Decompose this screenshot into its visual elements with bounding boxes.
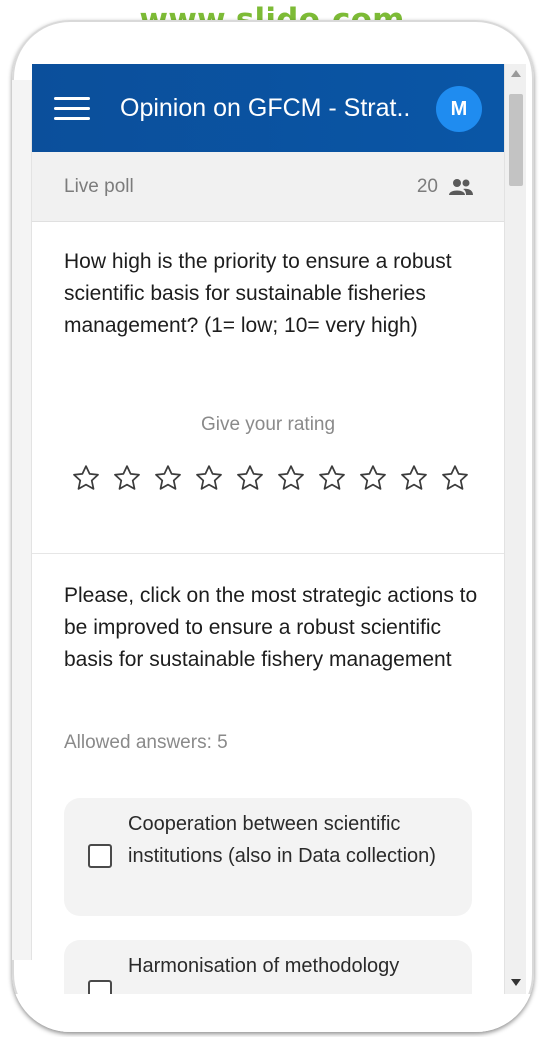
poll-header: Live poll 20 [32, 152, 504, 222]
app-bar: Opinion on GFCM - Strat... M [32, 64, 504, 152]
event-title: Opinion on GFCM - Strat... [120, 93, 410, 122]
participant-count: 20 [416, 175, 438, 197]
multiple-choice-question-text: Please, click on the most strategic acti… [64, 584, 478, 671]
star-icon[interactable] [355, 460, 390, 495]
answer-option-label: Harmonisation of methodology [128, 955, 400, 977]
star-icon[interactable] [68, 460, 103, 495]
checkbox[interactable] [88, 980, 112, 994]
star-rating [68, 460, 472, 495]
scroll-thumb[interactable] [509, 94, 523, 186]
user-avatar[interactable]: M [436, 86, 482, 132]
star-icon[interactable] [109, 460, 144, 495]
star-icon[interactable] [273, 460, 308, 495]
rating-question-card: How high is the priority to ensure a rob… [32, 222, 504, 554]
star-icon[interactable] [232, 460, 267, 495]
hamburger-menu-icon[interactable] [52, 88, 92, 128]
people-icon [449, 178, 473, 195]
participant-counter: 20 [417, 176, 474, 198]
star-icon[interactable] [396, 460, 431, 495]
answer-option-label: Cooperation between scientific instituti… [128, 813, 436, 867]
checkbox[interactable] [88, 844, 112, 868]
poll-screen: Opinion on GFCM - Strat... M Live poll 2… [32, 64, 504, 994]
answer-option[interactable]: Harmonisation of methodology [64, 940, 472, 994]
star-icon[interactable] [191, 460, 226, 495]
rating-question-text: How high is the priority to ensure a rob… [64, 250, 452, 337]
rating-prompt: Give your rating [200, 414, 336, 435]
vertical-scrollbar[interactable] [504, 64, 526, 994]
scroll-up-arrow-icon[interactable] [511, 70, 521, 77]
star-icon[interactable] [437, 460, 472, 495]
allowed-answers-label: Allowed answers: 5 [64, 732, 228, 753]
scroll-down-arrow-icon[interactable] [511, 979, 521, 986]
answer-option[interactable]: Cooperation between scientific instituti… [64, 798, 472, 916]
phone-bottom-bezel [12, 994, 534, 1032]
multiple-choice-card: Please, click on the most strategic acti… [32, 554, 504, 994]
poll-type-label: Live poll [64, 175, 134, 197]
phone-frame: Opinion on GFCM - Strat... M Live poll 2… [12, 20, 534, 1032]
background-page-strip [12, 80, 32, 960]
star-icon[interactable] [150, 460, 185, 495]
star-icon[interactable] [314, 460, 349, 495]
